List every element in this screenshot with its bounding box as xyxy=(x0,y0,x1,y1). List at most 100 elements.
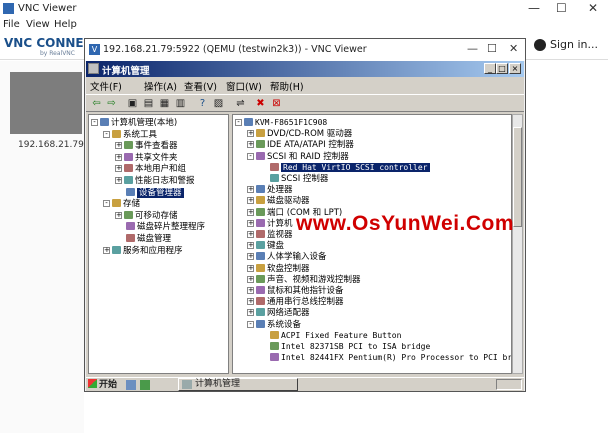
tree-item[interactable]: + 软盘控制器 xyxy=(247,263,310,275)
tree-item[interactable]: - KVM-F8651F1C908 xyxy=(235,117,327,129)
print-icon[interactable]: ▥ xyxy=(174,97,187,110)
tree-item[interactable]: + 事件查看器 xyxy=(115,140,178,152)
expand-icon[interactable]: + xyxy=(115,142,122,150)
quicklaunch-icon[interactable] xyxy=(140,380,150,390)
tree-item[interactable]: + 键盘 xyxy=(247,240,284,252)
tree-item[interactable]: + 本地用户和组 xyxy=(115,163,186,175)
tree-item[interactable]: + 人体学输入设备 xyxy=(247,251,327,263)
disable-device-icon[interactable]: ⊠ xyxy=(270,97,283,110)
tree-item[interactable]: Intel 82371SB PCI to ISA bridge xyxy=(259,341,430,353)
maximize-button[interactable]: ☐ xyxy=(556,1,567,15)
expand-icon[interactable]: + xyxy=(247,309,254,317)
expand-icon[interactable]: + xyxy=(115,165,122,173)
tree-item[interactable]: Red Hat VirtIO SCSI controller xyxy=(259,162,430,174)
tree-item[interactable]: + 鼠标和其他指针设备 xyxy=(247,285,344,297)
expand-icon[interactable]: + xyxy=(247,130,254,138)
tree-item[interactable]: - 系统设备 xyxy=(247,319,301,331)
expand-icon[interactable]: + xyxy=(247,231,254,238)
tree-item[interactable]: + 共享文件夹 xyxy=(115,152,178,164)
menu-file[interactable]: File xyxy=(3,19,20,30)
expand-icon[interactable]: + xyxy=(247,275,254,283)
tree-item[interactable]: ACPI Fixed Feature Button xyxy=(259,330,401,342)
collapse-icon[interactable]: - xyxy=(103,130,110,138)
tree-item[interactable]: 磁盘碎片整理程序 xyxy=(115,221,205,233)
up-folder-icon[interactable]: ▣ xyxy=(126,97,139,110)
tree-item[interactable]: Intel 82441FX Pentium(R) Pro Processor t… xyxy=(259,352,511,364)
expand-icon[interactable]: + xyxy=(247,197,254,205)
tree-item[interactable]: + 声音、视频和游戏控制器 xyxy=(247,274,361,286)
back-icon[interactable]: ⇦ xyxy=(90,97,103,110)
vertical-scrollbar[interactable] xyxy=(512,114,523,374)
expand-icon[interactable]: + xyxy=(247,264,254,272)
collapse-icon[interactable]: - xyxy=(247,320,254,328)
collapse-icon[interactable]: - xyxy=(91,119,98,126)
cm-menu-action[interactable]: 操作(A) xyxy=(144,79,177,93)
expand-icon[interactable]: + xyxy=(115,153,122,161)
device-icon xyxy=(270,162,279,171)
tree-item[interactable]: + 磁盘驱动器 xyxy=(247,195,310,207)
start-button[interactable]: 开始 xyxy=(88,379,117,391)
expand-icon[interactable]: + xyxy=(103,246,110,254)
expand-icon[interactable]: + xyxy=(247,242,254,250)
tree-item[interactable]: + 计算机 xyxy=(247,218,293,230)
menu-help[interactable]: Help xyxy=(54,19,77,30)
tree-item[interactable]: - 计算机管理(本地) xyxy=(91,117,177,129)
quicklaunch-icon[interactable] xyxy=(126,380,136,390)
expand-icon[interactable]: + xyxy=(115,211,122,219)
session-close-button[interactable]: ✕ xyxy=(509,42,518,55)
tree-item[interactable]: + 处理器 xyxy=(247,184,293,196)
device-icon xyxy=(256,308,265,317)
tree-item[interactable]: + 性能日志和警报 xyxy=(115,175,195,187)
tree-item[interactable]: - 存储 xyxy=(103,198,140,210)
tree-item[interactable]: + 可移动存储 xyxy=(115,210,178,222)
tree-item[interactable]: 磁盘管理 xyxy=(115,233,171,245)
cm-minimize-button[interactable]: _ xyxy=(484,63,496,74)
app-titlebar: VNC Viewer — ☐ ✕ xyxy=(0,0,608,18)
show-tree-icon[interactable]: ▤ xyxy=(142,97,155,110)
collapse-icon[interactable]: - xyxy=(103,200,110,208)
expand-icon[interactable]: + xyxy=(247,141,254,149)
menu-view[interactable]: View xyxy=(26,19,50,30)
cm-menu-file[interactable]: 文件(F) xyxy=(90,79,122,93)
tree-item[interactable]: + 通用串行总线控制器 xyxy=(247,296,344,308)
cm-maximize-button[interactable]: □ xyxy=(496,63,508,74)
tree-item-label: IDE ATA/ATAPI 控制器 xyxy=(267,140,354,151)
tree-item[interactable]: + DVD/CD-ROM 驱动器 xyxy=(247,128,352,140)
session-minimize-button[interactable]: — xyxy=(467,42,478,55)
tree-item[interactable]: SCSI 控制器 xyxy=(259,173,328,185)
scan-hardware-icon[interactable]: ⇌ xyxy=(234,97,247,110)
minimize-button[interactable]: — xyxy=(528,1,540,15)
tree-item[interactable]: 设备管理器 xyxy=(115,187,184,199)
expand-icon[interactable]: + xyxy=(115,177,122,184)
tree-item[interactable]: - SCSI 和 RAID 控制器 xyxy=(247,151,349,163)
tree-item[interactable]: + IDE ATA/ATAPI 控制器 xyxy=(247,139,354,151)
tree-item[interactable]: + 服务和应用程序 xyxy=(103,245,183,257)
cm-close-button[interactable]: × xyxy=(509,63,521,74)
expand-icon[interactable]: + xyxy=(247,287,254,294)
collapse-icon[interactable]: - xyxy=(247,152,254,160)
tree-item[interactable]: - 系统工具 xyxy=(103,129,157,141)
cm-menu-help[interactable]: 帮助(H) xyxy=(270,79,304,93)
properties-icon[interactable]: ▦ xyxy=(158,97,171,110)
sign-in-button[interactable]: Sign in... xyxy=(533,38,598,51)
expand-icon[interactable]: + xyxy=(247,298,254,306)
refresh-icon[interactable]: ▨ xyxy=(212,97,225,110)
cm-menu-view[interactable]: 查看(V) xyxy=(184,79,217,93)
expand-icon[interactable]: + xyxy=(247,219,254,227)
connection-label[interactable]: 192.168.21.79:59 xyxy=(18,140,84,150)
tree-item[interactable]: + 监视器 xyxy=(247,229,293,241)
help-icon[interactable]: ? xyxy=(196,97,209,110)
scrollbar-thumb[interactable] xyxy=(513,127,522,227)
expand-icon[interactable]: + xyxy=(247,208,254,216)
collapse-icon[interactable]: - xyxy=(235,119,242,126)
session-maximize-button[interactable]: ☐ xyxy=(487,42,497,55)
tree-item[interactable]: + 网络适配器 xyxy=(247,307,310,319)
taskbar-item[interactable]: 计算机管理 xyxy=(178,378,298,391)
expand-icon[interactable]: + xyxy=(247,253,254,261)
expand-icon[interactable]: + xyxy=(247,186,254,194)
close-button[interactable]: ✕ xyxy=(588,1,598,15)
cm-menu-window[interactable]: 窗口(W) xyxy=(226,79,262,93)
uninstall-icon[interactable]: ✖ xyxy=(254,97,267,110)
connection-thumbnail[interactable] xyxy=(10,72,82,134)
forward-icon[interactable]: ⇨ xyxy=(105,97,118,110)
